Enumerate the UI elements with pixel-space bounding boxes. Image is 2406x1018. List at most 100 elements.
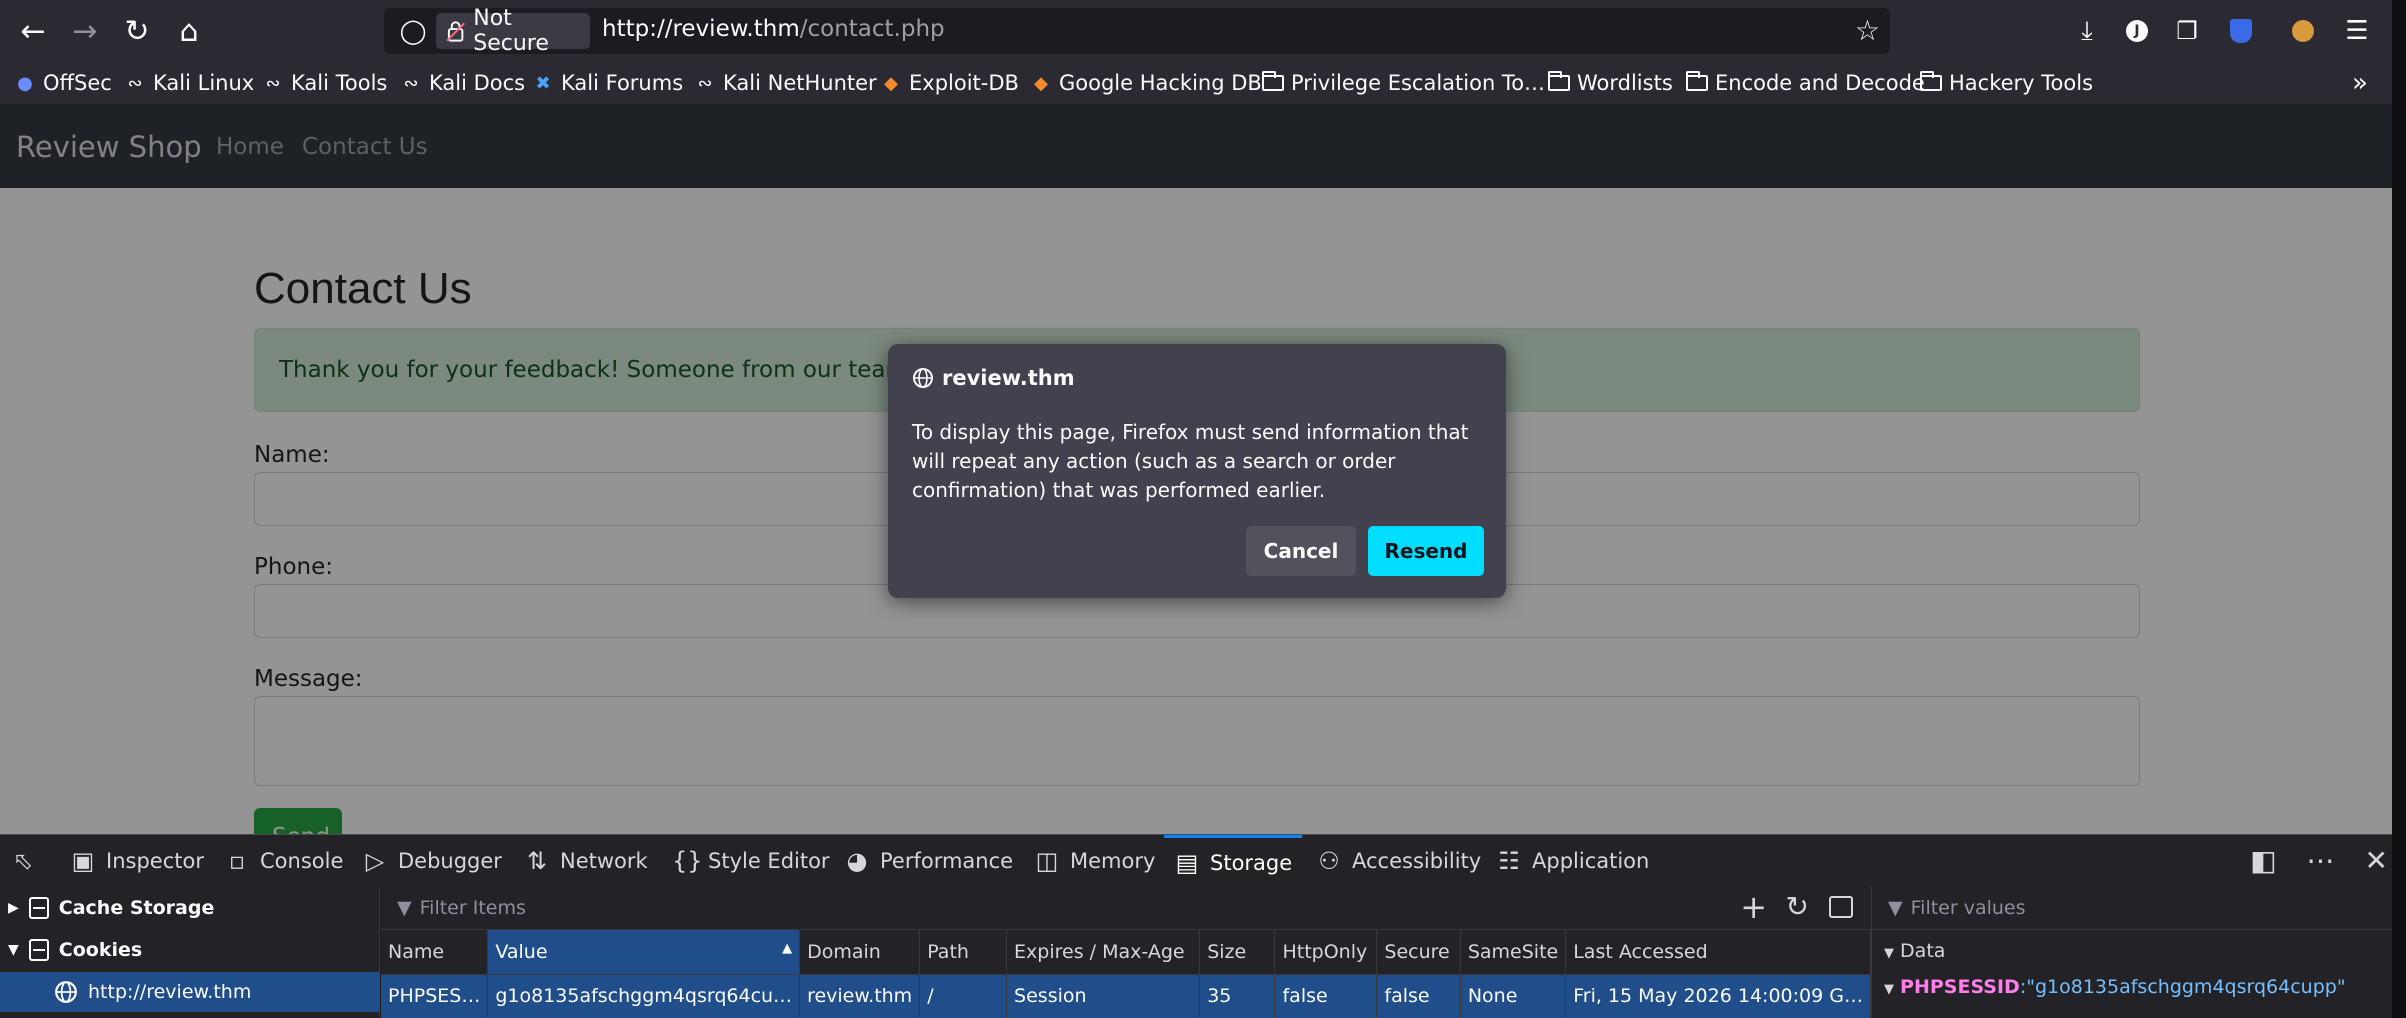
tab-memory[interactable]: ◫ Memory [1034,835,1156,887]
add-item-icon[interactable]: + [1740,888,1767,926]
cookie-httponly-cell[interactable]: false [1274,974,1378,1018]
url-text[interactable]: http://review.thm/contact.php [602,16,945,42]
cookie-table-panel: ▼ Filter Items + ↻ Name Value ▲ Domain Pa… [381,886,1871,1018]
folder-icon [1262,71,1284,91]
bookmark-offsec[interactable]: ● OffSec [14,68,112,98]
dialog-host: review.thm [942,366,1075,390]
filter-values-input[interactable]: ▼ Filter values [1872,886,2392,930]
style-editor-icon: {} [672,847,703,875]
extensions-icon[interactable]: ❐ [2166,10,2208,52]
debugger-icon: ▷ [365,847,385,875]
url-bar[interactable]: ◯ Not Secure http://review.thm/contact.p… [384,6,1890,56]
cookie-secure-cell[interactable]: false [1376,974,1461,1018]
tree-cache-storage[interactable]: ▶ Cache Storage [0,888,380,928]
tab-accessibility[interactable]: ⚇ Accessibility [1316,835,1481,887]
storage-icon: ▤ [1175,848,1199,877]
cookie-expires-cell[interactable]: Session [1006,974,1201,1018]
globe-icon [55,981,77,1003]
home-button[interactable]: ⌂ [168,10,210,52]
account-icon[interactable]: J [2116,10,2158,52]
cookie-size-cell[interactable]: 35 [1199,974,1276,1018]
browser-toolbar: ← → ↻ ⌂ ◯ Not Secure http://review.thm/c… [0,0,2392,62]
not-secure-badge[interactable]: Not Secure [436,6,590,56]
element-picker-icon[interactable]: ⬁ [10,835,36,887]
column-header[interactable]: Size [1199,930,1276,975]
back-button[interactable]: ← [12,10,54,52]
filter-items-input[interactable]: ▼ Filter Items [381,886,1871,930]
data-entry[interactable]: ▼ PHPSESSID:"g1o8135afschggm4qsrq64cupp" [1884,976,2346,998]
exploitdb-icon: ◆ [884,72,898,94]
database-icon [28,939,49,961]
column-header[interactable]: HttpOnly [1274,930,1378,975]
column-header[interactable]: Last Accessed [1565,930,1871,975]
data-section-header[interactable]: ▼ Data [1884,940,1945,962]
resend-button[interactable]: Resend [1368,526,1484,576]
tab-console[interactable]: ▫ Console [224,835,344,887]
kali-dragon-icon: ∾ [403,72,419,94]
application-icon: ☷ [1498,847,1520,875]
column-header[interactable]: Path [919,930,1008,975]
cookie-name-cell[interactable]: PHPSES… [381,974,489,1018]
cookie-samesite-cell[interactable]: None [1460,974,1567,1018]
column-header[interactable]: Name [381,930,489,975]
column-header[interactable]: Secure [1376,930,1461,975]
column-header[interactable]: SameSite [1460,930,1567,975]
menu-icon[interactable]: ☰ [2336,10,2378,52]
close-icon[interactable]: ✕ [2365,844,2388,877]
bookmarks-bar: ● OffSec ∾ Kali Linux ∾ Kali Tools ∾ Kali Do… [0,62,2392,104]
tab-network[interactable]: ⇅ Network [524,835,648,887]
bookmark-exploit-db[interactable]: ◆ Exploit-DB [880,68,1019,98]
devtools-menu-icon[interactable]: ⋯ [2307,844,2335,877]
bookmark-kali-linux[interactable]: ∾ Kali Linux [124,68,254,98]
cookie-last-accessed-cell[interactable]: Fri, 15 May 2026 14:00:09 G… [1565,974,1871,1018]
bookmark-folder-privesc[interactable]: Privilege Escalation To… [1262,68,1545,98]
data-key: PHPSESSID [1900,976,2020,998]
column-header[interactable]: Domain [799,930,921,975]
cookie-path-cell[interactable]: / [919,974,1008,1018]
bookmark-kali-forums[interactable]: ✖ Kali Forums [532,68,683,98]
cancel-button[interactable]: Cancel [1246,526,1356,576]
reload-button[interactable]: ↻ [116,10,158,52]
downloads-icon[interactable]: ⤓ [2066,10,2108,52]
expand-arrow-icon: ▶ [8,900,19,916]
kali-forums-icon: ✖ [535,72,551,94]
bookmark-kali-tools[interactable]: ∾ Kali Tools [262,68,387,98]
tab-performance[interactable]: ◕ Performance [844,835,1014,887]
globe-icon [913,368,933,388]
cookie-domain-cell[interactable]: review.thm [799,974,921,1018]
bookmarks-overflow-icon[interactable]: » [2352,68,2368,98]
tree-host-review[interactable]: http://review.thm [0,972,380,1012]
data-value: :"g1o8135afschggm4qsrq64cupp" [2019,976,2346,998]
bitwarden-icon[interactable] [2220,10,2262,52]
tab-inspector[interactable]: ▣ Inspector [70,835,204,887]
tab-debugger[interactable]: ▷ Debugger [362,835,502,887]
column-header[interactable]: Expires / Max-Age [1006,930,1201,975]
cookie-value-cell[interactable]: g1o8135afschggm4qsrq64cu… [487,974,801,1018]
bookmark-kali-nethunter[interactable]: ∾ Kali NetHunter [694,68,876,98]
dock-side-icon[interactable]: ◧ [2250,844,2276,877]
dialog-message: To display this page, Firefox must send … [912,420,1469,502]
bookmark-folder-hackery[interactable]: Hackery Tools [1920,68,2093,98]
tab-style-editor[interactable]: {} Style Editor [672,835,830,887]
cookie-editor-icon[interactable] [2282,10,2324,52]
tab-storage[interactable]: ▤ Storage [1164,835,1303,887]
tree-cookies[interactable]: ▼ Cookies [0,930,380,970]
modal-backdrop-top [0,104,2392,188]
folder-icon [1920,71,1942,91]
resend-dialog: review.thm To display this page, Firefox… [888,344,1506,598]
bookmark-google-hacking-db[interactable]: ◆ Google Hacking DB [1030,68,1262,98]
table-row[interactable]: PHPSES… g1o8135afschggm4qsrq64cu… review… [381,974,1871,1018]
column-header[interactable]: Value ▲ [487,930,801,975]
bookmark-kali-docs[interactable]: ∾ Kali Docs [400,68,525,98]
collapse-arrow-icon: ▼ [1884,946,1894,961]
toggle-sidebar-icon[interactable] [1829,896,1853,918]
bookmark-folder-encode[interactable]: Encode and Decode [1686,68,1925,98]
forward-button[interactable]: → [64,10,106,52]
bookmark-folder-wordlists[interactable]: Wordlists [1548,68,1673,98]
bookmark-star-icon[interactable]: ☆ [1855,14,1880,47]
tab-application[interactable]: ☷ Application [1496,835,1649,887]
memory-icon: ◫ [1035,847,1059,875]
performance-icon: ◕ [846,847,868,875]
tracking-shield-icon[interactable]: ◯ [398,16,428,46]
refresh-icon[interactable]: ↻ [1786,890,1809,923]
